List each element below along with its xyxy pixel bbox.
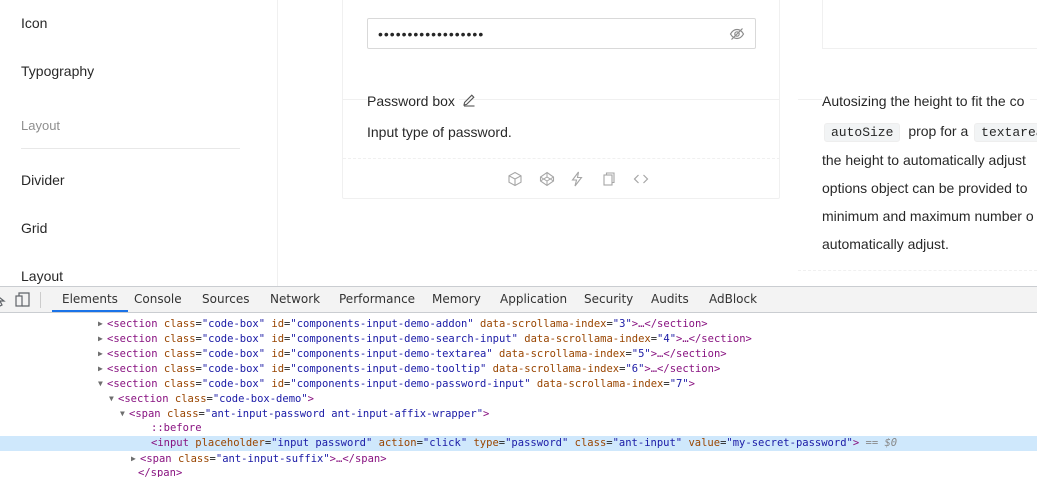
tab-sources[interactable]: Sources	[202, 287, 249, 312]
toolbar-divider	[40, 292, 41, 308]
dom-node[interactable]: ::before	[0, 421, 1037, 436]
autosize-description-line-3: options object can be provided to	[822, 180, 1028, 196]
sidebar-group-layout: Layout	[21, 118, 61, 133]
dom-node-markup: <section class="code-box" id="components…	[107, 333, 752, 345]
tab-audits[interactable]: Audits	[651, 287, 689, 312]
dom-node-markup: <section class="code-box-demo">	[118, 393, 314, 405]
dom-node-selected[interactable]: <input placeholder="input password" acti…	[0, 436, 1037, 451]
autosize-description-line-1: autoSize prop for a textarea	[822, 123, 1037, 142]
dom-node[interactable]: ▼ <section class="code-box" id="component…	[0, 376, 1037, 391]
tab-network[interactable]: Network	[270, 287, 320, 312]
dom-node[interactable]: </span>	[0, 466, 1037, 477]
selected-node-marker: == $0	[859, 437, 898, 449]
password-input-wrapper[interactable]	[367, 18, 756, 49]
dom-node-markup: <section class="code-box" id="components…	[107, 378, 695, 390]
tab-security[interactable]: Security	[584, 287, 633, 312]
demo-meta-title: Password box	[367, 93, 459, 109]
copy-icon[interactable]	[601, 171, 617, 187]
right-actions-divider	[798, 270, 1037, 271]
inspect-element-icon[interactable]	[0, 293, 6, 307]
dom-node-markup: <section class="code-box" id="components…	[107, 318, 708, 330]
dom-node-markup: <span class="ant-input-password ant-inpu…	[129, 408, 490, 420]
dom-node-markup: <span class="ant-input-suffix">…</span>	[140, 453, 387, 465]
dom-node[interactable]: ▶ <section class="code-box" id="component…	[0, 317, 1037, 331]
collapse-triangle-icon[interactable]: ▼	[109, 391, 118, 406]
dom-node[interactable]: ▶ <section class="code-box" id="component…	[0, 346, 1037, 361]
dom-node[interactable]: ▼ <span class="ant-input-password ant-inp…	[0, 406, 1037, 421]
dom-node[interactable]: ▶ <section class="code-box" id="component…	[0, 361, 1037, 376]
expand-triangle-icon[interactable]: ▶	[131, 451, 140, 466]
tab-performance[interactable]: Performance	[339, 287, 415, 312]
autosize-demo-title: Autosizing the height to fit the co	[822, 93, 1031, 109]
stackblitz-icon[interactable]	[569, 171, 585, 187]
dom-node[interactable]: ▼ <section class="code-box-demo">	[0, 391, 1037, 406]
eye-invisible-icon[interactable]	[729, 26, 745, 42]
expand-triangle-icon[interactable]: ▶	[98, 331, 107, 346]
dom-node[interactable]: ▶ <section class="code-box" id="component…	[0, 331, 1037, 346]
dom-node-markup: <section class="code-box" id="components…	[107, 348, 727, 360]
code-expand-icon[interactable]	[633, 171, 649, 187]
autosize-description-line-4: minimum and maximum number o	[822, 208, 1034, 224]
sidebar-item-layout[interactable]: Layout	[21, 268, 63, 284]
devtools-toolbar: Elements Console Sources Network Perform…	[0, 287, 1037, 313]
sidebar-divider	[21, 148, 240, 149]
sidebar-item-grid[interactable]: Grid	[21, 220, 47, 236]
dom-node-markup: </span>	[138, 467, 183, 477]
tab-adblock[interactable]: AdBlock	[709, 287, 757, 312]
tab-elements[interactable]: Elements	[52, 287, 128, 312]
dom-node[interactable]: ▶ <span class="ant-input-suffix">…</span>	[0, 451, 1037, 466]
dom-tree: ▶ <section class="code-box" id="component…	[0, 317, 1037, 477]
demo-meta-description: Input type of password.	[367, 124, 512, 140]
autosize-description-line-5: automatically adjust.	[822, 236, 949, 252]
tab-application[interactable]: Application	[500, 287, 567, 312]
textarea-demo-box	[822, 0, 1037, 49]
collapse-triangle-icon[interactable]: ▼	[120, 406, 129, 421]
sidebar-menu: Icon Typography Layout Divider Grid Layo…	[0, 0, 278, 286]
expand-triangle-icon[interactable]: ▶	[98, 317, 107, 331]
tab-memory[interactable]: Memory	[432, 287, 481, 312]
dom-node-markup: <input placeholder="input password" acti…	[151, 437, 860, 449]
description-text: prop for a	[908, 123, 969, 139]
tab-console[interactable]: Console	[134, 287, 182, 312]
edit-icon[interactable]	[462, 93, 476, 107]
actions-divider	[343, 158, 780, 159]
expand-triangle-icon[interactable]: ▶	[98, 346, 107, 361]
code-textarea: textarea	[974, 123, 1037, 142]
dom-node-markup: <section class="code-box" id="components…	[107, 363, 721, 375]
device-toolbar-icon[interactable]	[15, 292, 31, 307]
sidebar-item-icon[interactable]: Icon	[21, 15, 47, 31]
autosize-description-line-2: the height to automatically adjust	[822, 152, 1026, 168]
sidebar-item-typography[interactable]: Typography	[21, 63, 94, 79]
dom-node-markup: ::before	[151, 422, 202, 434]
docs-page: Icon Typography Layout Divider Grid Layo…	[0, 0, 1037, 286]
password-input[interactable]	[378, 24, 718, 44]
expand-triangle-icon[interactable]: ▶	[98, 361, 107, 376]
collapse-triangle-icon[interactable]: ▼	[98, 376, 107, 391]
sidebar-item-divider[interactable]: Divider	[21, 172, 65, 188]
codepen-icon[interactable]	[539, 171, 555, 187]
codesandbox-icon[interactable]	[507, 171, 523, 187]
devtools-panel: Elements Console Sources Network Perform…	[0, 286, 1037, 477]
code-autosize: autoSize	[824, 123, 901, 142]
